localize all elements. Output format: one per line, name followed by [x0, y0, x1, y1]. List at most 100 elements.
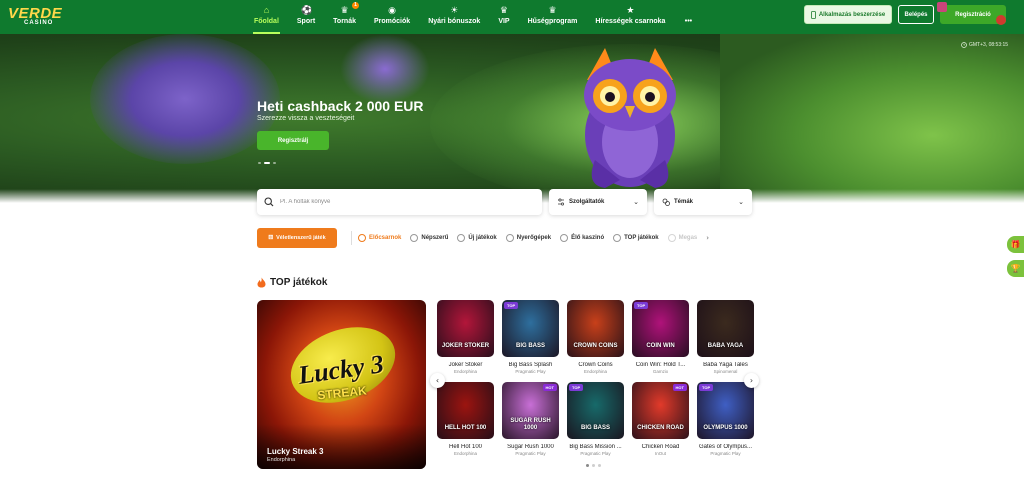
game-thumbnail[interactable]: BIG BASS TOP: [502, 300, 559, 357]
game-art-title: SUGAR RUSH 1000: [510, 418, 551, 431]
banner-title: Heti cashback 2 000 EUR: [257, 98, 424, 114]
trophy-icon: ♛: [340, 5, 349, 15]
verde-casino-logo[interactable]: VERDE CASINO: [8, 3, 64, 31]
divider: [351, 231, 352, 245]
login-button[interactable]: Belépés: [898, 5, 934, 24]
nav-item-0[interactable]: ⌂ Főoldal: [245, 0, 288, 34]
providers-dropdown[interactable]: Szolgáltatók ⌄: [549, 189, 647, 215]
get-app-label: Alkalmazás beszerzése: [818, 11, 886, 18]
game-provider: Endorphina: [453, 451, 478, 456]
slide-dot[interactable]: [264, 162, 270, 164]
chevron-right-icon[interactable]: ›: [706, 234, 709, 242]
nav-item-8[interactable]: •••: [674, 0, 702, 34]
clock-icon: [961, 42, 967, 48]
game-art-title: BABA YAGA: [707, 343, 744, 349]
game-grid: JOKER STOKER Joker Stoker Endorphina BIG BA…: [437, 300, 757, 460]
providers-label: Szolgáltatók: [569, 199, 605, 205]
nav-item-1[interactable]: ⚽ Sport: [288, 0, 324, 34]
nav-item-label: VIP: [498, 18, 510, 25]
page-dot[interactable]: [586, 464, 589, 467]
game-thumbnail[interactable]: JOKER STOKER: [437, 300, 494, 357]
game-thumbnail[interactable]: HELL HOT 100: [437, 382, 494, 439]
star-icon: ★: [626, 5, 635, 15]
nav-item-label: Promóciók: [374, 18, 411, 25]
nav-item-3[interactable]: ◉ Promóciók: [365, 0, 419, 34]
banner-subtitle: Szerezze vissza a veszteségeit: [257, 115, 355, 122]
nav-item-6[interactable]: ♛ Hűségprogram: [519, 0, 587, 34]
game-thumbnail[interactable]: COIN WIN TOP: [632, 300, 689, 357]
slide-dot[interactable]: [258, 162, 261, 164]
slide-dot[interactable]: [273, 162, 276, 164]
category-tab[interactable]: Megas: [667, 234, 697, 242]
chevron-left-icon: ‹: [435, 376, 440, 385]
carousel-prev-button[interactable]: ‹: [430, 373, 445, 388]
trophy-icon: 🏆: [1010, 264, 1021, 273]
purple-tree-art: [340, 34, 430, 104]
category-label: Előcsarnok: [369, 235, 402, 241]
game-tile[interactable]: OLYMPUS 1000 TOP Gates of Olympus... Pragma…: [697, 382, 754, 456]
game-tile[interactable]: BIG BASS TOP Big Bass Mission ... Pragmatic…: [567, 382, 624, 456]
game-name: Big Bass Splash: [508, 362, 553, 368]
game-tile[interactable]: JOKER STOKER Joker Stoker Endorphina: [437, 300, 494, 374]
chevron-right-icon: ›: [749, 376, 754, 385]
game-thumbnail[interactable]: BIG BASS TOP: [567, 382, 624, 439]
forest-background-art: [720, 34, 1024, 203]
hot-badge: HOT: [542, 384, 557, 391]
page-dot[interactable]: [598, 464, 601, 467]
game-thumbnail[interactable]: OLYMPUS 1000 TOP: [697, 382, 754, 439]
nav-item-label: Sport: [296, 18, 316, 25]
nav-item-2[interactable]: ♛ Tornák 1: [324, 0, 365, 34]
get-app-button[interactable]: Alkalmazás beszerzése: [804, 5, 892, 24]
trophy-side-tab[interactable]: 🏆: [1007, 260, 1024, 277]
game-tile[interactable]: COIN WIN TOP Coin Win: Hold T... Gamzix: [632, 300, 689, 374]
random-game-button[interactable]: ⚄ Véletlenszerű játék: [257, 228, 337, 248]
clock-text: GMT+3, 08:53:15: [969, 42, 1009, 48]
category-tab[interactable]: Előcsarnok: [358, 234, 401, 242]
page-dot[interactable]: [592, 464, 595, 467]
game-thumbnail[interactable]: CROWN COINS: [567, 300, 624, 357]
search-input[interactable]: [280, 199, 520, 205]
game-tile[interactable]: SUGAR RUSH 1000 HOT Sugar Rush 1000 Pragmat…: [502, 382, 559, 456]
top-header: VERDE CASINO ⌂ Főoldal ⚽ Sport ♛ Tornák 1 ◉ Prom…: [0, 0, 1024, 34]
category-tab[interactable]: Nyerőgépek: [505, 234, 551, 242]
nav-item-5[interactable]: ♛ VIP: [489, 0, 518, 34]
carousel-next-button[interactable]: ›: [744, 373, 759, 388]
game-art-title: OLYMPUS 1000: [703, 425, 748, 431]
game-tile[interactable]: CROWN COINS Crown Coins Endorphina: [567, 300, 624, 374]
game-thumbnail[interactable]: BABA YAGA: [697, 300, 754, 357]
category-tab[interactable]: TOP játékok: [613, 234, 659, 242]
category-icon: [613, 234, 622, 242]
top-badge: TOP: [569, 384, 584, 391]
carousel-pagination[interactable]: [586, 464, 601, 467]
category-bar: ⚄ Véletlenszerű játék Előcsarnok Népszerű…: [257, 228, 709, 248]
category-tab[interactable]: Népszerű: [410, 234, 448, 242]
game-tile[interactable]: HELL HOT 100 Hell Hot 100 Endorphina: [437, 382, 494, 456]
game-tile[interactable]: CHICKEN ROAD HOT Chicken Road InOut: [632, 382, 689, 456]
nav-item-7[interactable]: ★ Hírességek csarnoka: [586, 0, 674, 34]
game-name: Joker Stoker: [448, 362, 483, 368]
soccer-ball-icon: ⚽: [301, 5, 313, 15]
sliders-icon: [558, 198, 564, 206]
banner-slide-indicator[interactable]: [258, 162, 276, 164]
nav-item-label: Tornák: [333, 18, 356, 25]
game-tile[interactable]: BIG BASS TOP Big Bass Splash Pragmatic Play: [502, 300, 559, 374]
game-search[interactable]: [257, 189, 542, 215]
banner-register-button[interactable]: Regisztrálj: [257, 131, 329, 150]
ladybug-icon: [996, 15, 1006, 25]
promo-banner[interactable]: Heti cashback 2 000 EUR Szerezze vissza …: [0, 34, 1024, 203]
category-tab[interactable]: Új játékok: [457, 234, 497, 242]
category-tab[interactable]: Élő kaszinó: [560, 234, 604, 242]
nav-item-4[interactable]: ☀ Nyári bónuszok: [419, 0, 489, 34]
game-provider: Pragmatic Play: [710, 451, 741, 456]
topics-dropdown[interactable]: Témák ⌄: [654, 189, 752, 215]
game-provider: Pragmatic Play: [515, 369, 546, 374]
game-thumbnail[interactable]: CHICKEN ROAD HOT: [632, 382, 689, 439]
game-art-title: CROWN COINS: [573, 343, 618, 349]
featured-game-card[interactable]: Lucky 3 STREAK Lucky Streak 3 Endorphina: [257, 300, 426, 469]
game-tile[interactable]: BABA YAGA Baba Yaga Tales Spinomenal: [697, 300, 754, 374]
game-thumbnail[interactable]: SUGAR RUSH 1000 HOT: [502, 382, 559, 439]
top-games-title: TOP játékok: [270, 277, 328, 288]
game-art-title: BIG BASS: [515, 343, 545, 349]
gift-side-tab[interactable]: 🎁: [1007, 236, 1024, 253]
game-provider: Endorphina: [583, 369, 608, 374]
